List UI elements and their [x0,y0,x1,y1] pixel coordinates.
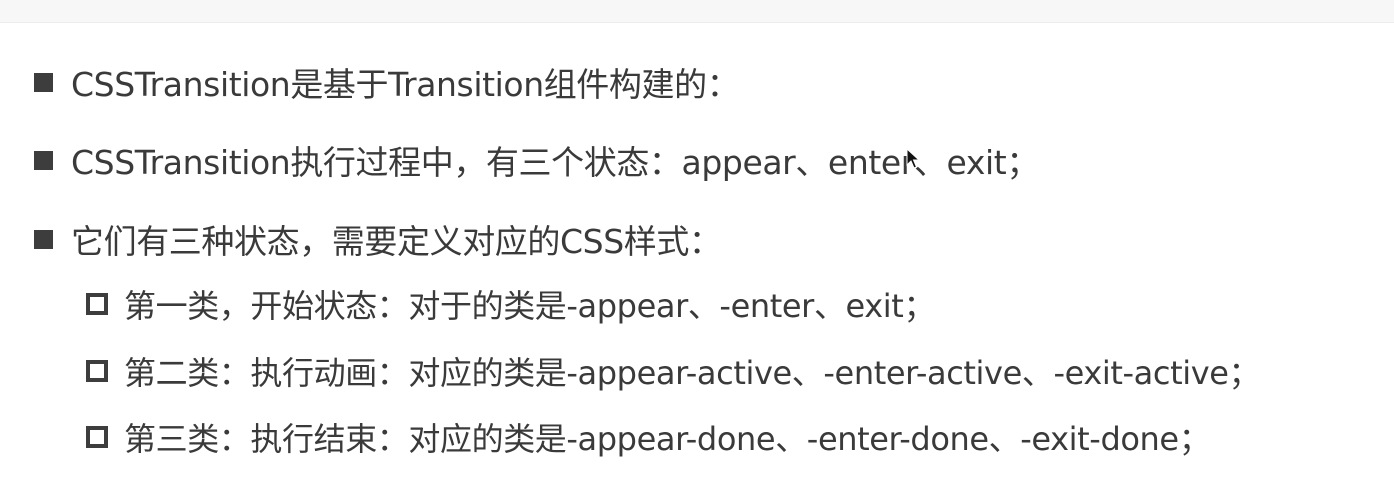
square-outline-bullet-icon [86,426,108,448]
square-bullet-icon [34,72,53,92]
sub-bullet-item-1: 第一类，开始状态：对于的类是-appear、-enter、exit； [86,283,935,325]
bullet-item-1: CSSTransition是基于Transition组件构建的： [34,59,740,105]
bullet-item-3: 它们有三种状态，需要定义对应的CSS样式： [34,216,722,262]
square-bullet-icon [34,229,53,249]
bullet-text: CSSTransition执行过程中，有三个状态：appear、enter、ex… [71,143,1039,182]
square-outline-bullet-icon [86,293,108,315]
sub-bullet-item-2: 第二类：执行动画：对应的类是-appear-active、-enter-acti… [86,350,1261,392]
bullet-text: 它们有三种状态，需要定义对应的CSS样式： [71,222,722,261]
bullet-text: CSSTransition是基于Transition组件构建的： [71,65,740,104]
square-bullet-icon [34,150,53,170]
sub-bullet-text: 第三类：执行结束：对应的类是-appear-done、-enter-done、-… [124,420,1211,458]
sub-bullet-item-3: 第三类：执行结束：对应的类是-appear-done、-enter-done、-… [86,416,1211,458]
mouse-pointer-icon [906,148,920,169]
bullet-item-2: CSSTransition执行过程中，有三个状态：appear、enter、ex… [34,137,1039,183]
square-outline-bullet-icon [86,360,108,382]
slide-content: CSSTransition是基于Transition组件构建的： CSSTran… [0,0,1394,503]
sub-bullet-text: 第一类，开始状态：对于的类是-appear、-enter、exit； [124,287,936,325]
sub-bullet-text: 第二类：执行动画：对应的类是-appear-active、-enter-acti… [124,354,1261,392]
